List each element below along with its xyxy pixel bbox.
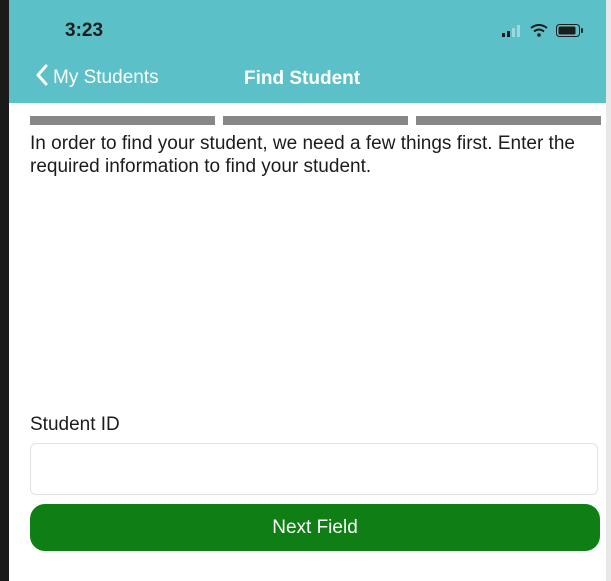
progress-indicator: [30, 116, 601, 125]
status-time: 3:23: [65, 20, 104, 41]
student-id-input[interactable]: [30, 443, 598, 495]
app-header: 3:23 My Students Find Student: [9, 0, 606, 103]
progress-step: [30, 116, 215, 125]
progress-step: [223, 116, 408, 125]
back-button[interactable]: My Students: [35, 64, 159, 91]
next-field-button[interactable]: Next Field: [30, 504, 600, 551]
page-title: Find Student: [244, 68, 361, 89]
student-id-label: Student ID: [30, 414, 120, 435]
intro-text: In order to find your student, we need a…: [30, 133, 575, 177]
chevron-left-icon: [35, 64, 49, 91]
device-edge: [606, 0, 611, 581]
device-bezel: [0, 0, 9, 581]
back-button-label: My Students: [53, 66, 159, 88]
status-icons: [502, 24, 584, 42]
app-screen: 3:23 My Students Find Student In order t…: [0, 0, 611, 581]
wifi-icon: [530, 24, 548, 42]
signal-icon: [502, 24, 522, 42]
progress-step: [416, 116, 601, 125]
battery-icon: [556, 24, 584, 42]
